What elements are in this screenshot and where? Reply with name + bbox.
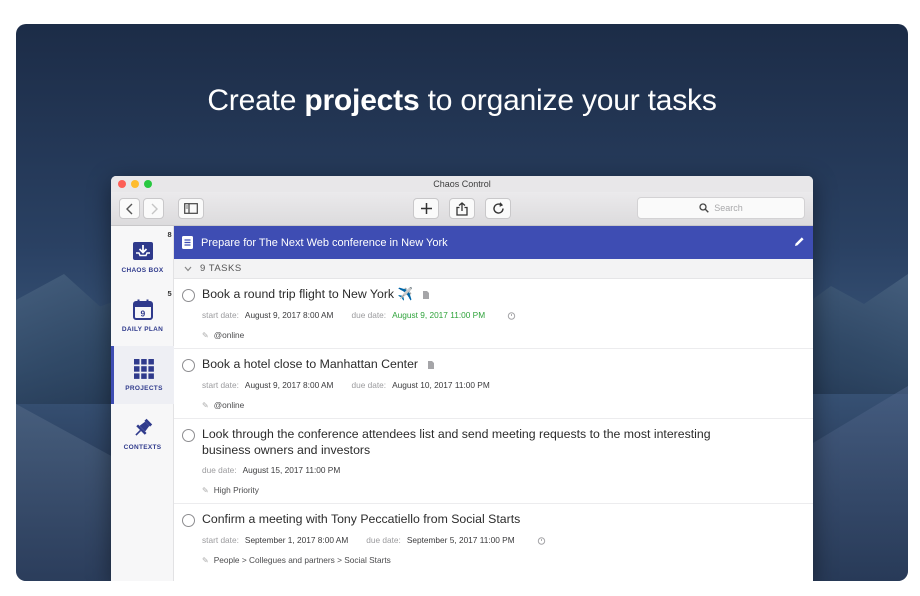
complete-checkbox[interactable] — [182, 289, 195, 302]
sidebar-item-contexts[interactable]: CONTEXTS — [111, 405, 174, 463]
promo-background: Create projects to organize your tasks C… — [16, 24, 908, 581]
back-button[interactable] — [119, 198, 140, 219]
sidebar-item-label: CHAOS BOX — [121, 266, 164, 274]
search-placeholder: Search — [714, 203, 743, 213]
tasks-group-header[interactable]: 9 TASKS — [174, 259, 813, 279]
sidebar-item-chaos-box[interactable]: CHAOS BOX 8 — [111, 228, 174, 286]
task-context: ✎ High Priority — [202, 485, 259, 495]
window-title: Chaos Control — [433, 179, 491, 189]
grid-icon — [134, 358, 154, 379]
search-icon — [699, 203, 710, 213]
promo-headline: Create projects to organize your tasks — [207, 84, 717, 117]
task-list-panel: Prepare for The Next Web conference in N… — [174, 226, 813, 581]
toggle-sidebar-button[interactable] — [178, 198, 204, 219]
document-icon — [182, 236, 193, 249]
sidebar-icon — [184, 203, 198, 214]
project-title: Prepare for The Next Web conference in N… — [201, 236, 448, 249]
add-task-button[interactable] — [413, 198, 439, 219]
sidebar-item-label: CONTEXTS — [123, 443, 162, 451]
calendar-icon: 9 — [132, 299, 153, 320]
pencil-icon[interactable] — [794, 236, 805, 247]
sidebar-item-label: PROJECTS — [125, 384, 163, 392]
alarm-icon — [537, 537, 546, 546]
project-header[interactable]: Prepare for The Next Web conference in N… — [174, 226, 813, 259]
sidebar-item-projects[interactable]: PROJECTS — [111, 346, 174, 404]
app-body: CHAOS BOX 8 9 DAILY PLAN 5 PROJECTS CONT… — [111, 226, 813, 581]
forward-button[interactable] — [143, 198, 164, 219]
pin-icon: ✎ — [202, 401, 209, 410]
complete-checkbox[interactable] — [182, 359, 195, 372]
plus-icon — [420, 203, 432, 214]
complete-checkbox[interactable] — [182, 514, 195, 527]
share-button[interactable] — [449, 198, 475, 219]
task-context: ✎ @online — [202, 330, 245, 340]
note-icon — [428, 360, 435, 369]
task-row[interactable]: Look through the conference attendees li… — [174, 419, 813, 504]
complete-checkbox[interactable] — [182, 429, 195, 442]
pin-icon — [134, 418, 152, 436]
sidebar-item-label: DAILY PLAN — [121, 326, 164, 333]
minimize-window-button[interactable] — [131, 180, 139, 188]
calendar-day: 9 — [140, 309, 145, 319]
task-context: ✎ @online — [202, 400, 245, 410]
task-dates: start date: August 9, 2017 8:00 AM due dat… — [202, 310, 516, 321]
chevron-down-icon — [184, 266, 192, 271]
pin-icon: ✎ — [202, 331, 209, 340]
count-badge: 8 — [167, 230, 172, 239]
task-row[interactable]: Confirm a meeting with Tony Peccatiello … — [174, 504, 813, 581]
close-window-button[interactable] — [118, 180, 126, 188]
zoom-window-button[interactable] — [144, 180, 152, 188]
count-badge: 5 — [167, 289, 172, 298]
task-title: Look through the conference attendees li… — [202, 427, 711, 457]
attachment-icon — [423, 290, 430, 299]
dune-decoration — [16, 404, 126, 581]
alarm-icon — [508, 312, 516, 321]
task-dates: start date: September 1, 2017 8:00 AM due … — [202, 535, 546, 546]
sync-button[interactable] — [485, 198, 511, 219]
task-dates: due date: August 15, 2017 11:00 PM — [202, 465, 341, 475]
task-row[interactable]: Book a round trip flight to New York ✈️ … — [174, 279, 813, 349]
pin-icon: ✎ — [202, 556, 209, 565]
app-window: Chaos Control Search CHAOS BOX 8 9 DAILY… — [111, 176, 813, 581]
inbox-icon — [132, 241, 153, 260]
sidebar: CHAOS BOX 8 9 DAILY PLAN 5 PROJECTS CONT… — [111, 226, 174, 581]
pin-icon: ✎ — [202, 486, 209, 495]
share-icon — [456, 201, 468, 216]
tasks-count: 9 TASKS — [200, 263, 242, 274]
sidebar-item-daily-plan[interactable]: 9 DAILY PLAN 5 — [111, 287, 174, 345]
chevron-right-icon — [151, 203, 158, 214]
task-title: Book a hotel close to Manhattan Center — [202, 357, 762, 373]
search-input[interactable]: Search — [637, 197, 805, 219]
title-bar: Chaos Control — [111, 176, 813, 192]
task-context: ✎ People > Collegues and partners > Socia… — [202, 555, 391, 565]
task-row[interactable]: Book a hotel close to Manhattan Center s… — [174, 349, 813, 419]
task-dates: start date: August 9, 2017 8:00 AM due dat… — [202, 380, 490, 390]
chevron-left-icon — [125, 203, 132, 214]
sync-icon — [492, 202, 504, 214]
task-title: Book a round trip flight to New York ✈️ — [202, 287, 762, 303]
dune-decoration — [798, 386, 908, 581]
mountains-decoration — [798, 274, 908, 394]
toolbar: Search — [111, 192, 813, 226]
task-title: Confirm a meeting with Tony Peccatiello … — [202, 512, 521, 526]
